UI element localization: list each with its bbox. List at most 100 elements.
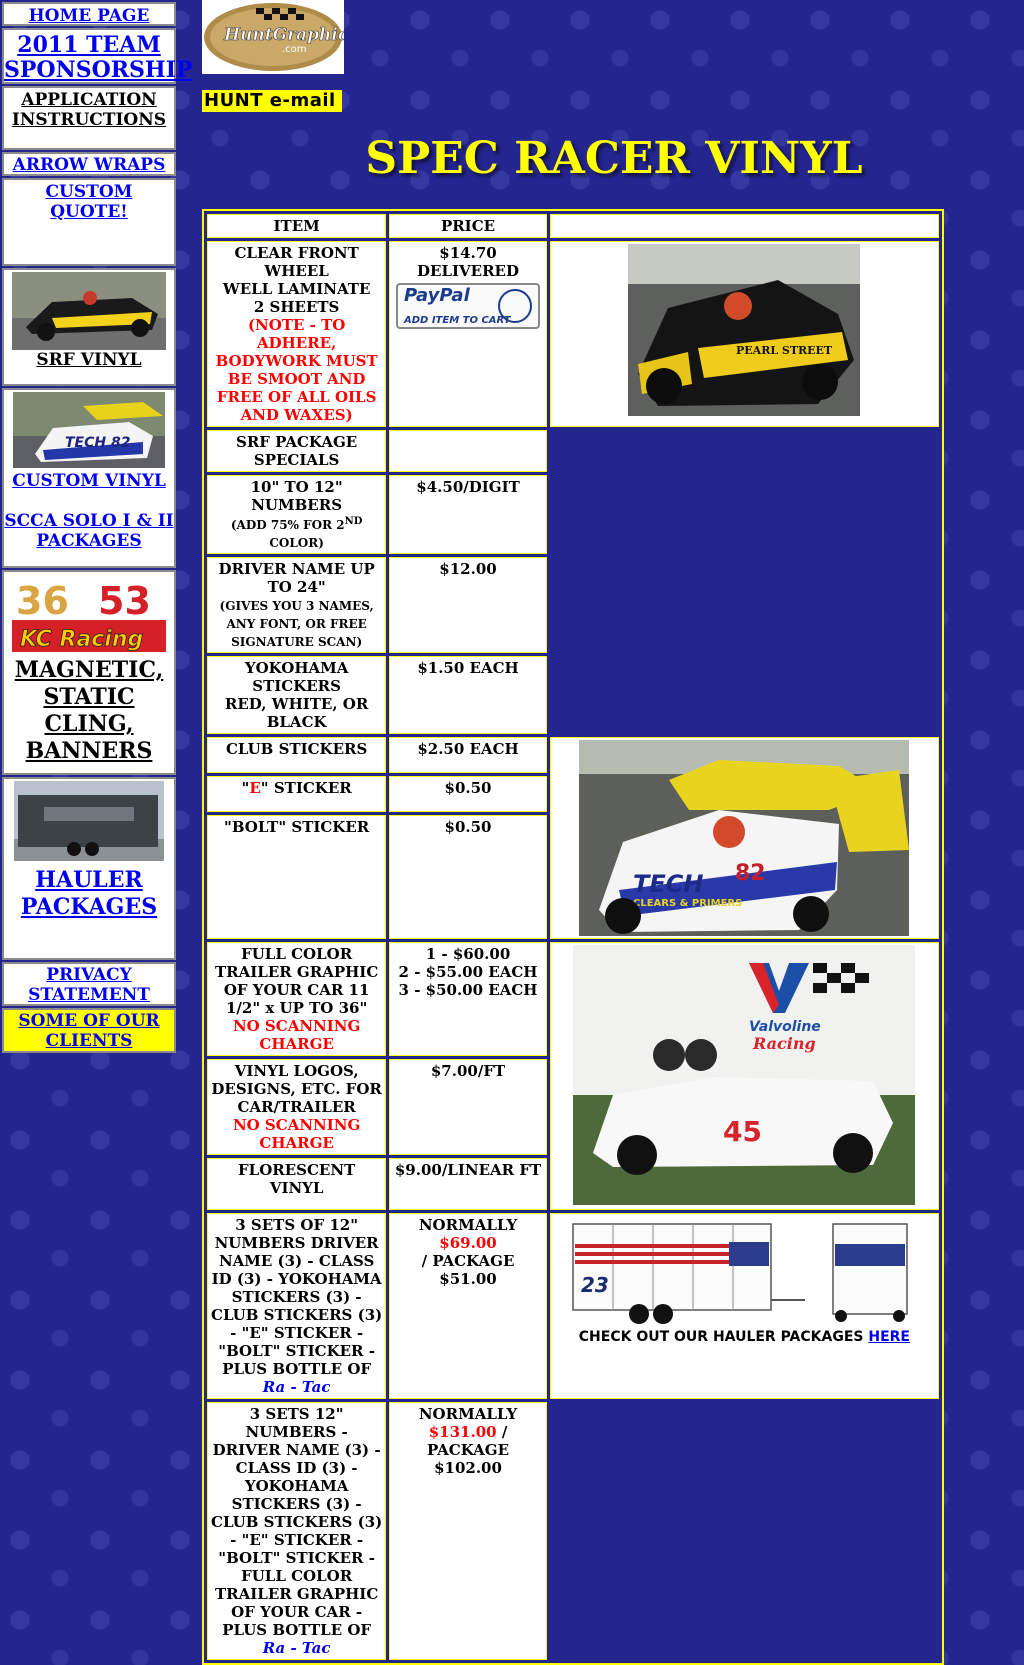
photo3-cell: Valvoline Racing 45 — [549, 942, 939, 1210]
driver-note: (GIVES YOU 3 NAMES, ANY FONT, OR FREE SI… — [219, 599, 374, 649]
e-sticker-price: $0.50 — [389, 776, 547, 812]
trailer-item-a: FULL COLOR TRAILER GRAPHIC OF YOUR CAR 1… — [214, 945, 379, 1017]
driver-item-cell: DRIVER NAME UP TO 24" (GIVES YOU 3 NAMES… — [207, 557, 387, 653]
nav-srf-cell: SRF VINYL — [2, 268, 176, 386]
yokohama-item-b: RED, WHITE, OR BLACK — [224, 695, 369, 731]
nav-privacy-link[interactable]: PRIVACY STATEMENT — [28, 965, 150, 1005]
wheel-note: (NOTE - TO ADHERE, BODYWORK MUST BE SMOO… — [215, 316, 378, 424]
nav-arrow-cell: ARROW WRAPS — [2, 152, 176, 176]
bolt-price: $0.50 — [389, 815, 547, 939]
photo3-sub-text: Racing — [752, 1034, 816, 1053]
pkg1-price-a: NORMALLY — [418, 1216, 518, 1234]
header-price: PRICE — [389, 214, 547, 238]
nav-arrow-wraps-link[interactable]: ARROW WRAPS — [13, 155, 166, 175]
logo-text: HuntGraphic — [223, 25, 344, 45]
nav-clients-line2: CLIENTS — [45, 1031, 133, 1051]
srf-package-price-cell — [389, 430, 547, 472]
paypal-add-text: ADD ITEM TO CART — [404, 315, 511, 326]
nav-clients-line1: SOME OF OUR — [18, 1011, 160, 1031]
nav-srf-vinyl-link[interactable]: SRF VINYL — [36, 350, 141, 370]
photo2-sub-text: CLEARS & PRIMERS — [633, 898, 742, 909]
nav-home-link[interactable]: HOME PAGE — [29, 6, 150, 26]
numbers-note-b: COLOR) — [269, 536, 324, 550]
nav-hauler-packages-link[interactable]: HAULER PACKAGES — [21, 867, 157, 920]
table-row: CLEAR FRONT WHEEL WELL LAMINATE 2 SHEETS… — [207, 241, 939, 427]
logos-item-red: NO SCANNING CHARGE — [232, 1116, 361, 1152]
nav-hauler-line2: PACKAGES — [20, 894, 158, 920]
photo3-number-text: 45 — [723, 1115, 762, 1148]
header-item: ITEM — [207, 214, 387, 238]
nav-scca-line2: PACKAGES — [36, 531, 142, 551]
nav-team-line1: 2011 TEAM — [17, 32, 161, 58]
huntgraphic-logo[interactable]: HuntGraphic .com — [202, 0, 344, 74]
hauler-promo-cell: 23 CHECK OUT OUR HAULER PACKAGES HERE — [549, 1213, 939, 1399]
photo3-brand-text: Valvoline — [749, 1019, 821, 1035]
table-row: 3 SETS 12" NUMBERS - DRIVER NAME (3) - C… — [207, 1402, 939, 1660]
page-title: SPEC RACER VINYL — [365, 133, 863, 184]
kc-racing-thumbnail[interactable]: 36 53 KC Racing — [12, 574, 166, 652]
custom-vinyl-thumbnail[interactable]: TECH 82 — [13, 392, 165, 468]
trailer-number-text: 23 — [581, 1273, 609, 1297]
nav-home-cell: HOME PAGE — [2, 2, 176, 26]
nav-application-link[interactable]: APPLICATION INSTRUCTIONS — [12, 90, 166, 130]
hunt-email-link[interactable]: HUNT e-mail — [202, 90, 342, 112]
pkg2-price-a: NORMALLY — [418, 1405, 518, 1423]
wheel-item-c: WELL LAMINATE — [222, 280, 371, 298]
pkg2-price-cell: NORMALLY $131.00 / PACKAGE $102.00 — [389, 1402, 547, 1660]
numbers-item-cell: 10" TO 12" NUMBERS (ADD 75% FOR 2ND COLO… — [207, 475, 387, 554]
e-sticker-label: " STICKER — [260, 779, 352, 797]
logos-item-cell: VINYL LOGOS, DESIGNS, ETC. FOR CAR/TRAIL… — [207, 1059, 387, 1155]
kc-number-2: 53 — [98, 579, 151, 623]
florescent-price: $9.00/LINEAR FT — [389, 1158, 547, 1210]
us-flag-stripes-icon — [575, 1242, 770, 1266]
nav-app-line1: APPLICATION — [21, 90, 157, 110]
nav-team-line2: SPONSORSHIP — [4, 57, 193, 83]
pkg2-item: 3 SETS 12" NUMBERS - DRIVER NAME (3) - C… — [211, 1405, 383, 1639]
nav-quote-cell: CUSTOM QUOTE! — [2, 178, 176, 266]
pkg2-ratac: Ra - Tac — [262, 1639, 331, 1657]
hauler-trailer-graphic: 23 — [569, 1216, 920, 1328]
wheel-item-b: WHEEL — [264, 262, 329, 280]
nav-application-cell: APPLICATION INSTRUCTIONS — [2, 86, 176, 150]
kc-number-1: 36 — [16, 579, 69, 623]
nav-scca-line1: SCCA SOLO I & II — [4, 511, 174, 531]
florescent-item: FLORESCENT VINYL — [207, 1158, 387, 1210]
nav-magnetic-link[interactable]: MAGNETIC, STATIC CLING, BANNERS — [15, 657, 164, 764]
nav-scca-solo-link[interactable]: SCCA SOLO I & II PACKAGES — [4, 511, 173, 551]
valvoline-trailer-photo: Valvoline Racing 45 — [573, 945, 916, 1205]
hauler-here-link[interactable]: HERE — [868, 1329, 910, 1345]
nav-mag-line1: MAGNETIC, — [14, 657, 164, 683]
nav-custom-vinyl-link[interactable]: CUSTOM VINYL — [12, 471, 166, 491]
logo-sub-text: .com — [282, 44, 307, 55]
table-row: 3 SETS OF 12" NUMBERS DRIVER NAME (3) - … — [207, 1213, 939, 1399]
nav-custom-quote-link[interactable]: CUSTOM QUOTE! — [46, 182, 133, 222]
hauler-thumbnail[interactable] — [14, 781, 164, 861]
wheel-price: $14.70 DELIVERED — [417, 244, 519, 280]
numbers-note: (ADD 75% FOR 2ND COLOR) — [231, 516, 363, 550]
pkg1-price-b: / PACKAGE $51.00 — [421, 1252, 515, 1288]
nav-clients-cell: SOME OF OUR CLIENTS — [2, 1008, 176, 1053]
srf-thumbnail[interactable] — [12, 272, 166, 350]
trailer-price-c: 3 - $50.00 EACH — [398, 981, 538, 999]
trailer-price-b: 2 - $55.00 EACH — [398, 963, 538, 981]
nav-hauler-line1: HAULER — [35, 867, 143, 893]
trailer-item-red: NO SCANNING CHARGE — [232, 1017, 361, 1053]
nav-hauler-cell: HAULER PACKAGES — [2, 777, 176, 960]
logos-item-a: VINYL LOGOS, DESIGNS, ETC. FOR CAR/TRAIL… — [211, 1062, 382, 1116]
nav-team-sponsorship-link[interactable]: 2011 TEAM SPONSORSHIP — [4, 32, 193, 83]
yokohama-item-cell: YOKOHAMA STICKERS RED, WHITE, OR BLACK — [207, 656, 387, 734]
bolt-item: "BOLT" STICKER — [207, 815, 387, 939]
srf-car-photo-yellow: PEARL STREET — [628, 244, 861, 416]
nav-mag-line3: CLING, — [44, 711, 134, 737]
photo1-sponsor-text: PEARL STREET — [736, 344, 833, 357]
nav-privacy-line1: PRIVACY — [46, 965, 132, 985]
pkg1-price-red: $69.00 — [439, 1234, 497, 1252]
numbers-item: 10" TO 12" NUMBERS — [250, 478, 343, 514]
nav-team-cell: 2011 TEAM SPONSORSHIP — [2, 28, 193, 84]
paypal-add-to-cart-button[interactable]: PayPal ADD ITEM TO CART — [396, 283, 541, 329]
numbers-note-sup: ND — [344, 516, 363, 527]
yokohama-price: $1.50 EACH — [389, 656, 547, 734]
trailer-price-a: 1 - $60.00 — [425, 945, 511, 963]
nav-clients-link[interactable]: SOME OF OUR CLIENTS — [18, 1011, 159, 1051]
kc-brand-text: KC Racing — [20, 627, 143, 652]
